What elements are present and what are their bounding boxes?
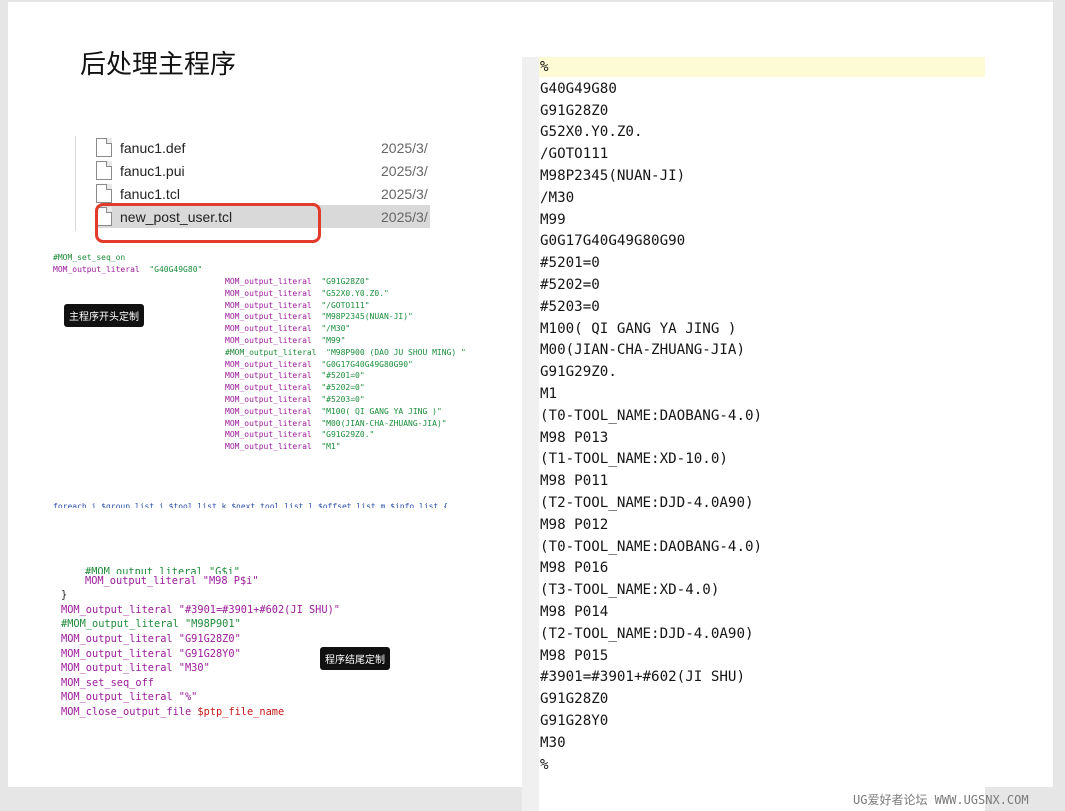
code-line: #MOM_set_seq_on bbox=[53, 253, 126, 262]
watermark: UG爱好者论坛 WWW.UGSNX.COM bbox=[853, 793, 1029, 807]
nc-line: % bbox=[540, 756, 549, 773]
file-icon bbox=[96, 138, 112, 157]
code-line: #MOM_output_literal "M98P900 (DAO JU SHO… bbox=[225, 347, 466, 357]
highlight-box bbox=[95, 203, 321, 243]
file-name: fanuc1.pui bbox=[120, 162, 185, 179]
code-line: MOM_output_literal "G52X0.Y0.Z0." bbox=[225, 288, 389, 298]
code-line: MOM_set_seq_off bbox=[61, 676, 154, 689]
code-line: MOM_output_literal "#5203=0" bbox=[225, 394, 365, 404]
nc-line: /M30 bbox=[540, 189, 575, 206]
code-line: MOM_output_literal "#3901=#3901+#602(JI … bbox=[61, 603, 340, 616]
code-line: MOM_output_literal "M98P2345(NUAN-JI)" bbox=[225, 312, 413, 322]
file-row[interactable]: fanuc1.pui 2025/3/ bbox=[96, 159, 430, 182]
file-row[interactable]: fanuc1.def 2025/3/ bbox=[96, 136, 430, 159]
nc-line: M98 P016 bbox=[540, 560, 609, 577]
code-line: MOM_output_literal "G91G29Z0." bbox=[225, 430, 375, 440]
code-line: MOM_output_literal "G91G28Z0" bbox=[225, 277, 370, 286]
nc-line: M1 bbox=[540, 385, 558, 402]
nc-line: #5202=0 bbox=[540, 276, 600, 293]
code-line: MOM_output_literal "/M30" bbox=[225, 324, 351, 334]
code-arg: $ptp_file_name bbox=[197, 705, 285, 718]
file-name: fanuc1.tcl bbox=[120, 185, 180, 202]
file-icon bbox=[96, 184, 112, 203]
code-line: MOM_output_literal "#5202=0" bbox=[225, 383, 365, 393]
foreach-line: foreach i $group_list j $tool_list k $ne… bbox=[53, 502, 448, 508]
start-custom-badge: 主程序开头定制 bbox=[64, 304, 144, 327]
nc-line: #5201=0 bbox=[540, 255, 600, 272]
nc-line: G91G29Z0. bbox=[540, 364, 617, 381]
nc-line: /GOTO111 bbox=[540, 146, 609, 163]
code-line: #MOM_output_literal "G$i" bbox=[85, 565, 240, 574]
nc-line: G52X0.Y0.Z0. bbox=[540, 124, 643, 141]
code-line: } bbox=[61, 589, 68, 602]
code-line: MOM_output_literal "%" bbox=[61, 691, 198, 704]
nc-output-editor[interactable]: % G40G49G80 G91G28Z0 G52X0.Y0.Z0. /GOTO111 M9… bbox=[522, 57, 985, 811]
nc-line: (T3-TOOL_NAME:XD-4.0) bbox=[540, 582, 720, 599]
code-line: MOM_output_literal "/GOTO111" bbox=[225, 300, 370, 310]
nc-line: M100( QI GANG YA JING ) bbox=[540, 320, 737, 337]
nc-output-text: % G40G49G80 G91G28Z0 G52X0.Y0.Z0. /GOTO111 M9… bbox=[540, 57, 762, 776]
nc-line: (T1-TOOL_NAME:XD-10.0) bbox=[540, 451, 728, 468]
nc-line: (T2-TOOL_NAME:DJD-4.0A90) bbox=[540, 625, 754, 642]
code-block-indented: MOM_output_literal "G91G28Z0" MOM_output_… bbox=[225, 276, 466, 453]
code-line: MOM_output_literal "M100( QI GANG YA JIN… bbox=[225, 406, 442, 416]
nc-line: M98 P011 bbox=[540, 473, 609, 490]
file-date: 2025/3/ bbox=[381, 139, 428, 156]
nc-line: (T2-TOOL_NAME:DJD-4.0A90) bbox=[540, 494, 754, 511]
nc-line: G91G28Z0 bbox=[540, 691, 609, 708]
nc-line: M98P2345(NUAN-JI) bbox=[540, 167, 686, 184]
code-line: #MOM_output_literal "M98P901" bbox=[61, 618, 241, 631]
code-line: MOM_output_literal "M30" bbox=[61, 662, 210, 675]
file-row[interactable]: fanuc1.tcl 2025/3/ bbox=[96, 182, 430, 205]
nc-line: (T0-TOOL_NAME:DAOBANG-4.0) bbox=[540, 538, 763, 555]
code-line: MOM_output_literal "G0G17G40G49G80G90" bbox=[225, 359, 413, 369]
page-title: 后处理主程序 bbox=[80, 50, 237, 80]
nc-line: M98 P013 bbox=[540, 429, 609, 446]
code-line: MOM_output_literal "#5201=0" bbox=[225, 371, 365, 381]
file-name: fanuc1.def bbox=[120, 139, 186, 156]
code-line: MOM_output_literal "G40G49G80" bbox=[53, 265, 203, 274]
nc-line: M00(JIAN-CHA-ZHUANG-JIA) bbox=[540, 342, 745, 359]
file-icon bbox=[96, 161, 112, 180]
nc-line: M30 bbox=[540, 734, 566, 751]
nc-line: G91G28Z0 bbox=[540, 102, 609, 119]
nc-line: M98 P014 bbox=[540, 603, 609, 620]
nc-line: % bbox=[540, 59, 549, 75]
nc-line: M98 P015 bbox=[540, 647, 609, 664]
file-date: 2025/3/ bbox=[381, 162, 428, 179]
nc-line: G91G28Y0 bbox=[540, 712, 609, 729]
code-line: MOM_output_literal "G91G28Y0" bbox=[61, 647, 241, 660]
file-date: 2025/3/ bbox=[381, 185, 428, 202]
end-custom-badge: 程序结尾定制 bbox=[320, 647, 390, 670]
code-line: MOM_output_literal "M00(JIAN-CHA-ZHUANG-… bbox=[225, 418, 447, 428]
code-line: MOM_output_literal "M1" bbox=[225, 442, 341, 452]
nc-line: G40G49G80 bbox=[540, 80, 617, 97]
editor-gutter bbox=[522, 57, 539, 811]
nc-line: (T0-TOOL_NAME:DAOBANG-4.0) bbox=[540, 407, 763, 424]
code-line: MOM_output_literal "G91G28Z0" bbox=[61, 632, 241, 645]
nc-line: M99 bbox=[540, 211, 566, 228]
file-date: 2025/3/ bbox=[381, 208, 428, 225]
code-block-end: #MOM_output_literal "G$i" MOM_output_lite… bbox=[61, 552, 340, 734]
code-line: MOM_output_literal "M99" bbox=[225, 335, 346, 345]
nc-line: G0G17G40G49G80G90 bbox=[540, 233, 686, 250]
nc-line: #3901=#3901+#602(JI SHU) bbox=[540, 669, 745, 686]
nc-line: M98 P012 bbox=[540, 516, 609, 533]
code-line: MOM_output_literal "M98 P$i" bbox=[85, 574, 259, 587]
code-line: MOM_close_output_file bbox=[61, 705, 192, 718]
nc-line: #5203=0 bbox=[540, 298, 600, 315]
